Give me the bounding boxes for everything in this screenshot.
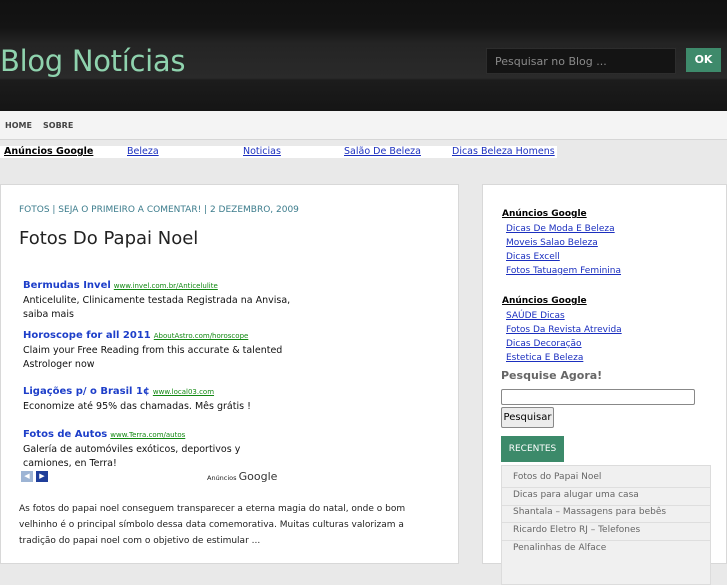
sidebar-search-button[interactable]: Pesquisar [501, 407, 554, 428]
ad-unit[interactable]: Fotos de Autos www.Terra.com/autos Galerí… [23, 422, 243, 471]
ad-unit[interactable]: Bermudas Invel www.invel.com.br/Anticelul… [23, 273, 293, 322]
recent-post-link[interactable]: Dicas para alugar uma casa [513, 490, 639, 500]
blog-search-input[interactable]: Pesquisar no Blog ... [486, 48, 676, 74]
sidebar: Anúncios Google Dicas De Moda E Beleza M… [482, 184, 727, 585]
ad-description: Galería de automóviles exóticos, deporti… [23, 444, 241, 469]
ad-links-bar: Anúncios Google Beleza Noticias Salão De… [0, 146, 557, 158]
sidebar-ad-link[interactable]: Moveis Salao Beleza [506, 238, 598, 248]
post-title[interactable]: Fotos Do Papai Noel [19, 228, 198, 249]
sidebar-ad-link[interactable]: Dicas Excell [506, 252, 560, 262]
nav-bar: HOME SOBRE [0, 111, 727, 140]
ad-url[interactable]: AboutAstro.com/horoscope [154, 332, 249, 340]
ad-link-dicas-homens[interactable]: Dicas Beleza Homens [452, 146, 555, 157]
ad-title[interactable]: Horoscope for all 2011 [23, 330, 151, 341]
ads-next-arrow-icon[interactable]: ▶ [36, 471, 48, 482]
nav-item-home[interactable]: HOME [5, 121, 32, 130]
sidebar-search-heading: Pesquise Agora! [501, 369, 603, 382]
post-excerpt: As fotos do papai noel conseguem transpa… [19, 504, 406, 546]
main-content: FOTOS | SEJA O PRIMEIRO A COMENTAR! | 2 … [0, 184, 459, 564]
ad-title[interactable]: Bermudas Invel [23, 280, 111, 291]
sidebar-ads-heading[interactable]: Anúncios Google [502, 209, 587, 219]
ad-links-label[interactable]: Anúncios Google [4, 146, 93, 157]
sidebar-ad-link[interactable]: Dicas Decoração [506, 339, 582, 349]
ads-brand-name: Google [238, 470, 278, 483]
ad-title[interactable]: Fotos de Autos [23, 429, 107, 440]
ads-prev-arrow-icon[interactable]: ◀ [21, 471, 33, 482]
ad-title[interactable]: Ligações p/ o Brasil 1¢ [23, 386, 150, 397]
divider [502, 540, 710, 541]
recent-post-link[interactable]: Fotos do Papai Noel [513, 472, 601, 482]
ad-url[interactable]: www.invel.com.br/Anticelulite [114, 282, 218, 290]
recent-posts-list: Fotos do Papai Noel Dicas para alugar um… [501, 465, 711, 585]
ad-unit[interactable]: Horoscope for all 2011 AboutAstro.com/hor… [23, 323, 293, 372]
site-title[interactable]: Blog Notícias [0, 44, 185, 78]
ads-brand-prefix: Anúncios [207, 474, 237, 482]
ad-link-salao[interactable]: Salão De Beleza [344, 146, 421, 157]
ad-link-noticias[interactable]: Noticias [243, 146, 281, 157]
site-header: Blog Notícias Pesquisar no Blog ... OK [0, 0, 727, 111]
divider [502, 505, 710, 506]
divider [502, 522, 710, 523]
ad-url[interactable]: www.local03.com [153, 388, 214, 396]
sidebar-ad-link[interactable]: Fotos Tatuagem Feminina [506, 266, 621, 276]
sidebar-search-input[interactable] [501, 389, 695, 405]
ads-by-google-label[interactable]: Anúncios Google [207, 470, 277, 483]
divider [502, 487, 710, 488]
ad-description: Anticelulite, Clinicamente testada Regis… [23, 295, 291, 320]
sidebar-ad-link[interactable]: SAÚDE Dicas [506, 311, 565, 321]
ad-link-beleza[interactable]: Beleza [127, 146, 159, 157]
sidebar-ad-link[interactable]: Estetica E Beleza [506, 353, 583, 363]
recent-post-link[interactable]: Shantala – Massagens para bebês [513, 507, 666, 517]
sidebar-ads-heading[interactable]: Anúncios Google [502, 296, 587, 306]
search-ok-button[interactable]: OK [686, 48, 721, 72]
ad-unit[interactable]: Ligações p/ o Brasil 1¢ www.local03.com E… [23, 379, 293, 414]
ad-description: Economize até 95% das chamadas. Mês grát… [23, 401, 251, 412]
post-meta[interactable]: FOTOS | SEJA O PRIMEIRO A COMENTAR! | 2 … [19, 205, 299, 215]
sidebar-ad-link[interactable]: Dicas De Moda E Beleza [506, 224, 615, 234]
tab-recentes[interactable]: RECENTES [501, 436, 564, 462]
sidebar-ad-link[interactable]: Fotos Da Revista Atrevida [506, 325, 622, 335]
recent-post-link[interactable]: Ricardo Eletro RJ – Telefones [513, 525, 640, 535]
ad-description: Claim your Free Reading from this accura… [23, 345, 283, 370]
ad-url[interactable]: www.Terra.com/autos [110, 431, 185, 439]
nav-item-sobre[interactable]: SOBRE [43, 121, 73, 130]
